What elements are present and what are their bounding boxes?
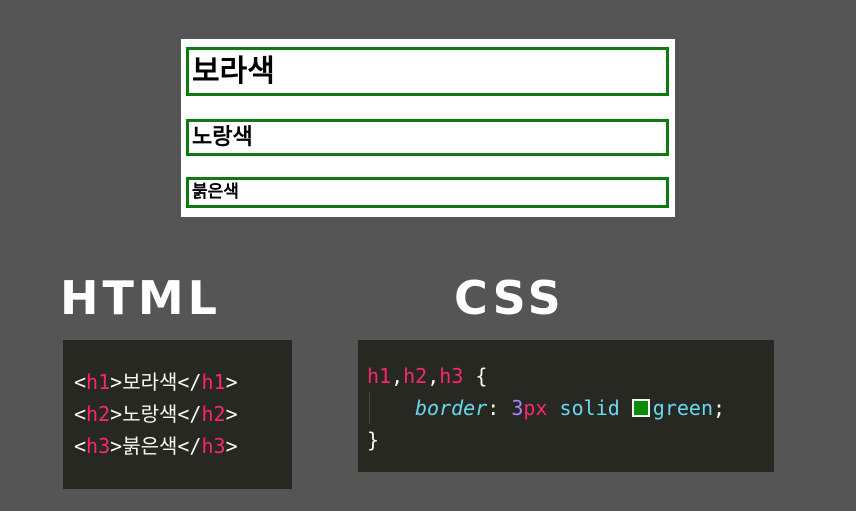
css-selector: h2	[403, 364, 428, 388]
html-text-content: 노랑색	[122, 402, 178, 426]
preview-h3: 붉은색	[186, 177, 669, 208]
html-punct: >	[225, 370, 238, 394]
html-tag-name: h3	[201, 434, 226, 458]
html-code-line-1: <h1>보라색</h1>	[74, 366, 292, 398]
html-punct: >	[110, 434, 123, 458]
css-number: 3	[511, 396, 524, 420]
html-tag-name: h2	[201, 402, 226, 426]
html-code-line-2: <h2>노랑색</h2>	[74, 398, 292, 430]
html-text-content: 붉은색	[122, 434, 178, 458]
css-property: border	[415, 396, 488, 420]
css-keyword: solid	[547, 396, 632, 420]
html-punct: </	[177, 370, 202, 394]
html-label: HTML	[60, 271, 221, 325]
css-code-panel: h1,h2,h3 { border: 3px solid green; }	[358, 340, 774, 472]
css-punct: ;	[713, 396, 726, 420]
css-code-line-3: }	[367, 424, 774, 456]
rendered-preview: 보라색 노랑색 붉은색	[181, 39, 675, 217]
html-punct: <	[74, 434, 87, 458]
html-tag-name: h1	[86, 370, 111, 394]
html-code-line-3: <h3>붉은색</h3>	[74, 430, 292, 462]
css-selector: h1	[367, 364, 392, 388]
html-tag-name: h2	[86, 402, 111, 426]
html-punct: </	[177, 434, 202, 458]
html-tag-name: h1	[201, 370, 226, 394]
html-tag-name: h3	[86, 434, 111, 458]
preview-h2: 노랑색	[186, 119, 669, 156]
html-code-panel: <h1>보라색</h1> <h2>노랑색</h2> <h3>붉은색</h3>	[63, 340, 292, 489]
html-punct: >	[225, 434, 238, 458]
css-color-value: green	[652, 396, 713, 420]
html-punct: >	[110, 370, 123, 394]
css-close-brace: }	[367, 428, 380, 452]
html-punct: </	[177, 402, 202, 426]
html-text-content: 보라색	[122, 370, 178, 394]
css-code-line-1: h1,h2,h3 {	[367, 360, 774, 392]
css-selector: h3	[439, 364, 464, 388]
html-punct: >	[225, 402, 238, 426]
html-punct: <	[74, 402, 87, 426]
css-punct: ,	[427, 364, 440, 388]
css-unit: px	[523, 396, 548, 420]
html-punct: >	[110, 402, 123, 426]
color-swatch-icon	[631, 399, 650, 417]
css-punct: ,	[391, 364, 404, 388]
css-punct: :	[487, 396, 512, 420]
css-label: CSS	[454, 271, 565, 325]
css-open-brace: {	[463, 364, 488, 388]
indent-guide	[369, 392, 370, 424]
html-punct: <	[74, 370, 87, 394]
css-code-line-2: border: 3px solid green;	[367, 392, 774, 424]
preview-h1: 보라색	[186, 47, 669, 96]
